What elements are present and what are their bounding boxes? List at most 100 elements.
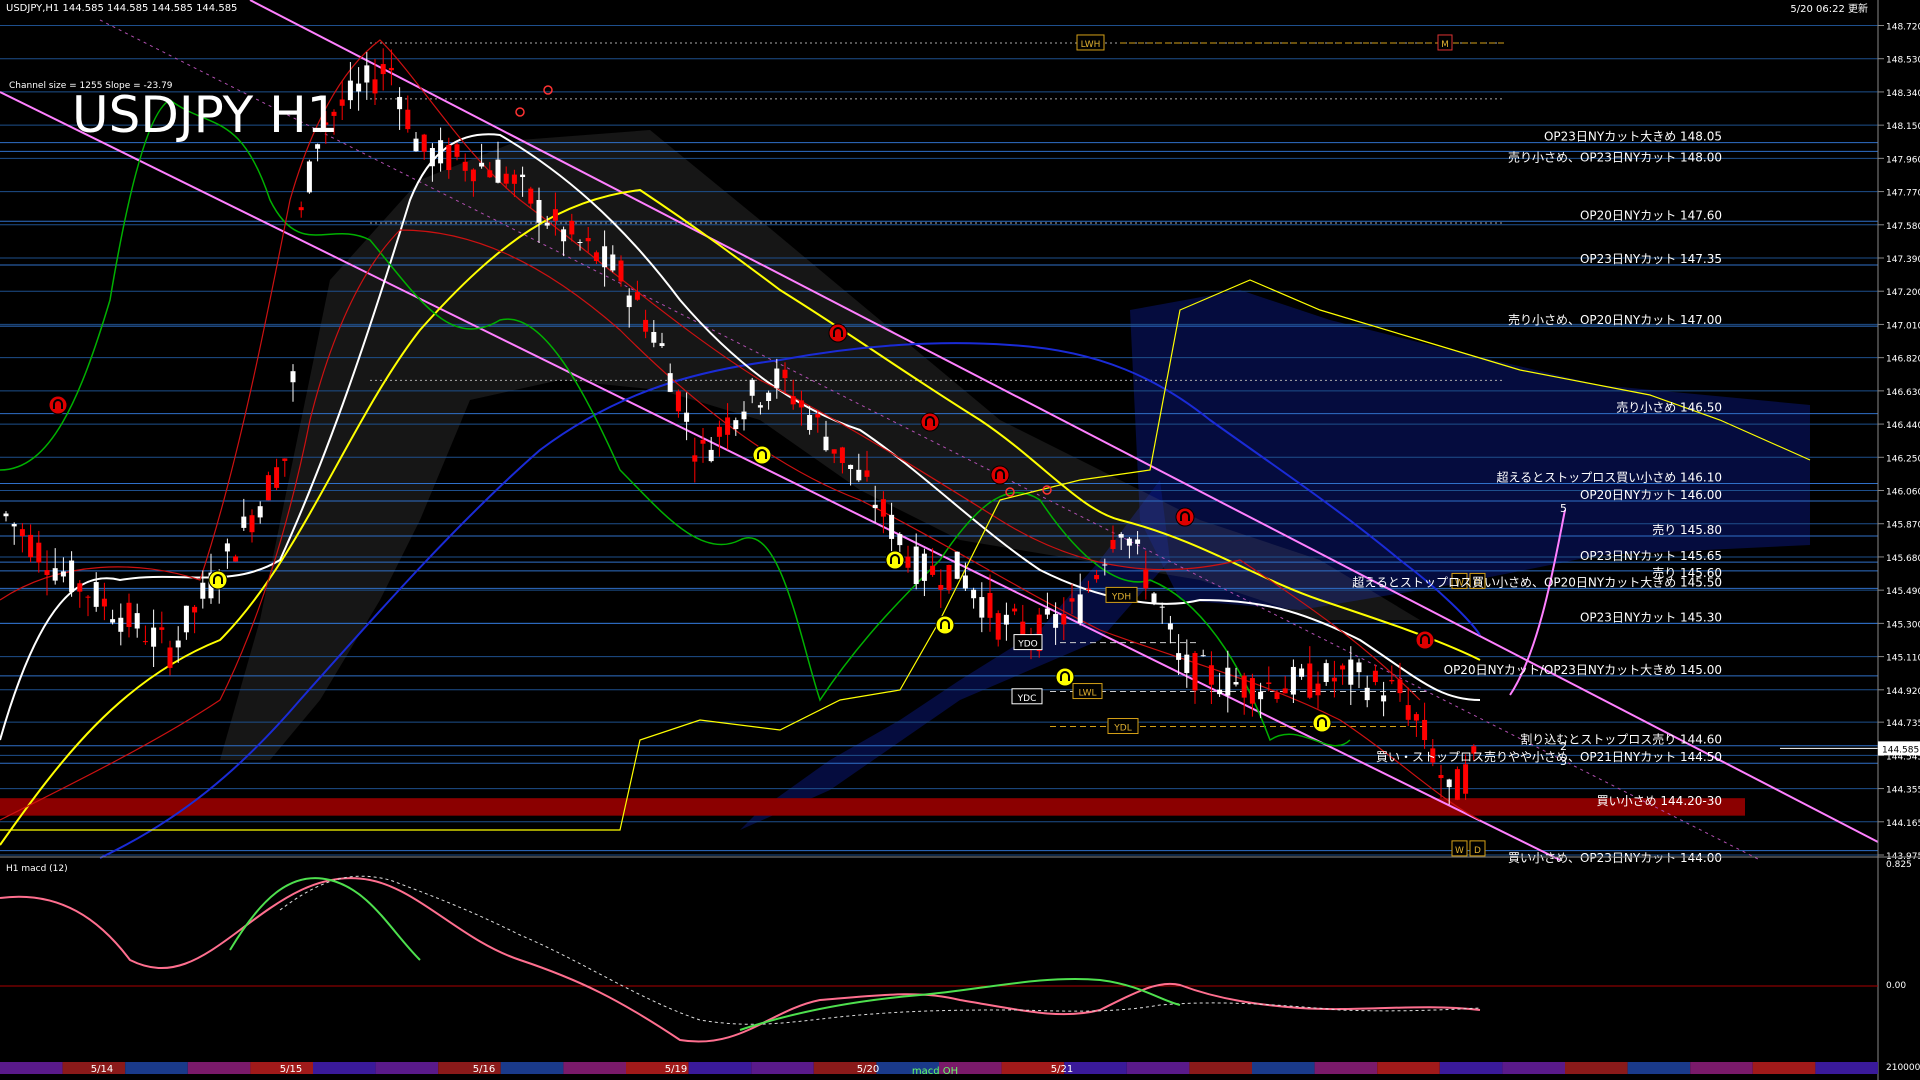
candle-body[interactable]	[470, 169, 476, 182]
candle-body[interactable]	[946, 564, 952, 590]
candle-body[interactable]	[708, 449, 714, 462]
candle-body[interactable]	[1266, 682, 1272, 684]
candle-body[interactable]	[192, 606, 198, 613]
candle-body[interactable]	[1208, 665, 1214, 685]
candle-body[interactable]	[1274, 692, 1280, 700]
candle-body[interactable]	[921, 553, 927, 581]
candle-body[interactable]	[1159, 606, 1165, 608]
candle-body[interactable]	[315, 144, 321, 149]
candle-body[interactable]	[347, 80, 353, 101]
candle-body[interactable]	[101, 598, 107, 607]
candle-body[interactable]	[151, 627, 157, 647]
candle-body[interactable]	[790, 396, 796, 405]
candle-body[interactable]	[413, 138, 419, 152]
candle-body[interactable]	[675, 391, 681, 412]
candle-body[interactable]	[85, 596, 91, 598]
candle-body[interactable]	[1381, 695, 1387, 702]
candle-body[interactable]	[528, 188, 534, 204]
candle-body[interactable]	[1348, 659, 1354, 685]
candle-body[interactable]	[577, 242, 583, 244]
candle-body[interactable]	[1356, 662, 1362, 673]
candle-body[interactable]	[495, 159, 501, 183]
candle-body[interactable]	[1126, 538, 1132, 546]
candle-body[interactable]	[167, 647, 173, 668]
candle-body[interactable]	[134, 613, 140, 629]
candle-body[interactable]	[1102, 564, 1108, 566]
candle-body[interactable]	[971, 589, 977, 599]
candle-body[interactable]	[1299, 668, 1305, 677]
candle-body[interactable]	[634, 292, 640, 300]
candle-body[interactable]	[913, 546, 919, 585]
candle-body[interactable]	[848, 464, 854, 470]
candle-body[interactable]	[159, 627, 165, 630]
candle-body[interactable]	[872, 504, 878, 509]
candle-body[interactable]	[659, 343, 665, 347]
candle-body[interactable]	[1200, 655, 1206, 657]
candle-body[interactable]	[397, 96, 403, 110]
candle-body[interactable]	[175, 640, 181, 648]
candle-body[interactable]	[1413, 714, 1419, 721]
candle-body[interactable]	[118, 617, 124, 632]
candle-body[interactable]	[741, 411, 747, 420]
candle-body[interactable]	[1020, 621, 1026, 637]
candle-body[interactable]	[725, 417, 731, 435]
candle-body[interactable]	[1463, 764, 1469, 794]
candle-body[interactable]	[954, 551, 960, 579]
candle-body[interactable]	[700, 439, 706, 444]
candle-body[interactable]	[1364, 687, 1370, 701]
candle-body[interactable]	[1315, 683, 1321, 696]
candle-body[interactable]	[569, 220, 575, 235]
candle-body[interactable]	[889, 514, 895, 539]
candle-body[interactable]	[380, 64, 386, 75]
candle-body[interactable]	[1397, 679, 1403, 694]
candle-body[interactable]	[1110, 539, 1116, 549]
candle-body[interactable]	[1053, 614, 1059, 628]
candle-body[interactable]	[52, 568, 58, 581]
candle-body[interactable]	[93, 582, 99, 607]
candle-body[interactable]	[864, 470, 870, 477]
candle-body[interactable]	[1454, 769, 1460, 800]
candle-body[interactable]	[110, 619, 116, 623]
candle-body[interactable]	[1233, 682, 1239, 685]
candle-body[interactable]	[224, 543, 230, 552]
candle-body[interactable]	[544, 222, 550, 226]
candle-body[interactable]	[1282, 688, 1288, 694]
candle-body[interactable]	[3, 513, 9, 517]
candle-body[interactable]	[19, 529, 25, 537]
candle-body[interactable]	[962, 575, 968, 589]
candle-body[interactable]	[1085, 588, 1091, 590]
candle-body[interactable]	[1258, 691, 1264, 700]
candle-body[interactable]	[733, 420, 739, 430]
candle-body[interactable]	[618, 260, 624, 282]
candle-body[interactable]	[339, 99, 345, 106]
candle-body[interactable]	[1003, 614, 1009, 625]
candle-body[interactable]	[446, 144, 452, 171]
candle-body[interactable]	[536, 200, 542, 223]
candle-body[interactable]	[643, 319, 649, 332]
candle-body[interactable]	[28, 534, 34, 558]
candle-body[interactable]	[651, 331, 657, 343]
candle-body[interactable]	[823, 436, 829, 451]
candle-body[interactable]	[290, 371, 296, 383]
candle-body[interactable]	[405, 109, 411, 130]
candle-body[interactable]	[1135, 539, 1141, 544]
candle-body[interactable]	[1061, 614, 1067, 625]
candle-body[interactable]	[585, 238, 591, 242]
candle-body[interactable]	[241, 516, 247, 528]
candle-body[interactable]	[692, 455, 698, 462]
candle-body[interactable]	[1225, 667, 1231, 696]
candle-body[interactable]	[839, 447, 845, 463]
candle-body[interactable]	[487, 170, 493, 178]
candle-body[interactable]	[610, 254, 616, 271]
candle-body[interactable]	[1290, 666, 1296, 695]
candle-body[interactable]	[388, 67, 394, 71]
candle-body[interactable]	[1307, 663, 1313, 698]
candle-body[interactable]	[1192, 653, 1198, 691]
candle-body[interactable]	[511, 174, 517, 184]
candle-body[interactable]	[757, 405, 763, 408]
candle-body[interactable]	[1405, 705, 1411, 720]
candle-body[interactable]	[257, 506, 263, 518]
candle-body[interactable]	[1249, 678, 1255, 704]
candle-body[interactable]	[897, 534, 903, 546]
candle-body[interactable]	[774, 368, 780, 388]
